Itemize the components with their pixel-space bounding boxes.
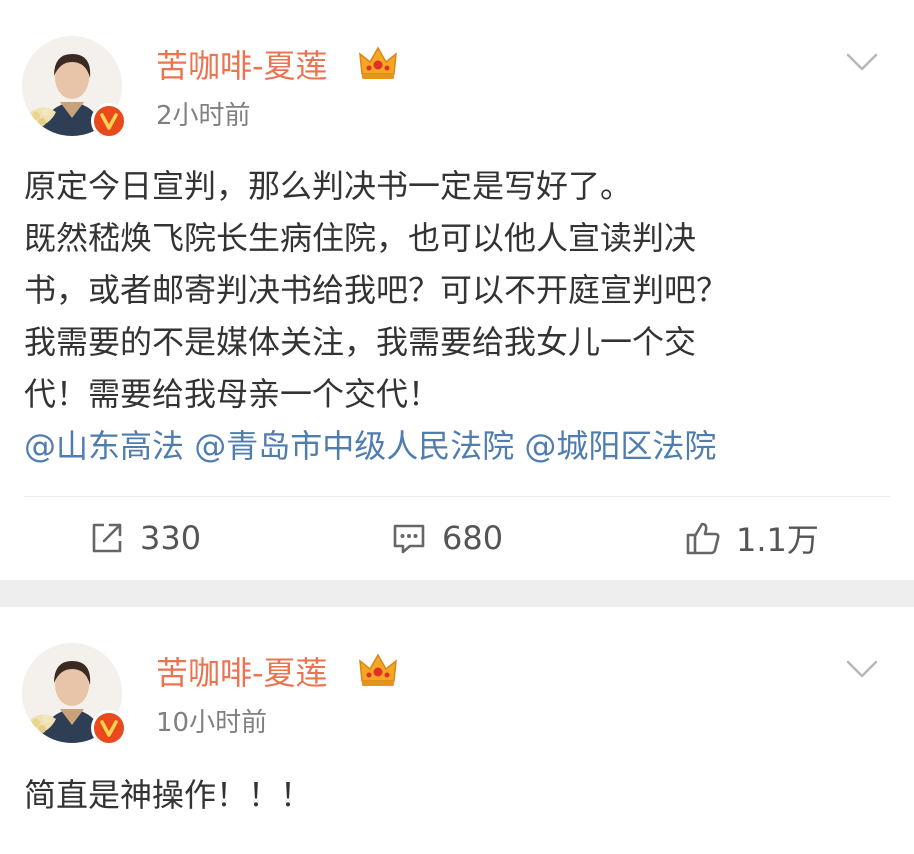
post-text-line: 原定今日宣判，那么判决书一定是写好了。 <box>24 167 633 205</box>
mentions-line: @山东高法 @青岛市中级人民法院 @城阳区法院 <box>24 420 728 472</box>
post-text-line: 代！需要给我母亲一个交代！ <box>24 375 441 413</box>
username[interactable]: 苦咖啡-夏莲 <box>156 653 328 693</box>
post-text: 简直是神操作！！！ <box>24 769 312 821</box>
crown-icon <box>359 46 397 79</box>
verified-badge-icon <box>91 103 127 139</box>
post-text-line: 我需要的不是媒体关注，我需要给我女儿一个交 <box>24 323 697 361</box>
weibo-feed: 苦咖啡-夏莲 2小时前 原定今日宣判，那么判决书一定是写好了。 既然嵇焕飞院长生… <box>0 0 914 854</box>
mention-link[interactable]: @山东高法 <box>24 427 184 465</box>
like-button[interactable]: 1.1万 <box>684 508 819 568</box>
post-text-line: 既然嵇焕飞院长生病住院，也可以他人宣读判决 <box>24 219 697 257</box>
timestamp: 2小时前 <box>156 101 251 131</box>
post-text-line: 书，或者邮寄判决书给我吧？可以不开庭宣判吧？ <box>24 271 729 309</box>
repost-icon <box>92 523 122 553</box>
post-text-line: 简直是神操作！！！ <box>24 776 313 814</box>
chevron-down-icon[interactable] <box>846 52 878 72</box>
post-text: 原定今日宣判，那么判决书一定是写好了。 既然嵇焕飞院长生病住院，也可以他人宣读判… <box>24 160 728 472</box>
verified-badge-icon <box>91 710 127 746</box>
repost-count: 330 <box>140 519 202 557</box>
post-card: 苦咖啡-夏莲 10小时前 简直是神操作！！！ <box>0 607 914 854</box>
comment-count: 680 <box>442 519 504 557</box>
like-icon <box>686 522 720 555</box>
comment-icon <box>393 524 425 554</box>
post-card: 苦咖啡-夏莲 2小时前 原定今日宣判，那么判决书一定是写好了。 既然嵇焕飞院长生… <box>0 0 914 580</box>
like-count: 1.1万 <box>736 521 819 559</box>
post-separator <box>0 580 914 607</box>
comment-button[interactable]: 680 <box>390 508 503 568</box>
mention-link[interactable]: @城阳区法院 <box>524 427 716 465</box>
timestamp: 10小时前 <box>156 708 268 738</box>
repost-button[interactable]: 330 <box>88 508 201 568</box>
action-bar-divider <box>24 496 890 497</box>
chevron-down-icon[interactable] <box>846 659 878 679</box>
crown-icon <box>359 653 397 686</box>
mention-link[interactable]: @青岛市中级人民法院 <box>194 427 514 465</box>
username[interactable]: 苦咖啡-夏莲 <box>156 46 328 86</box>
